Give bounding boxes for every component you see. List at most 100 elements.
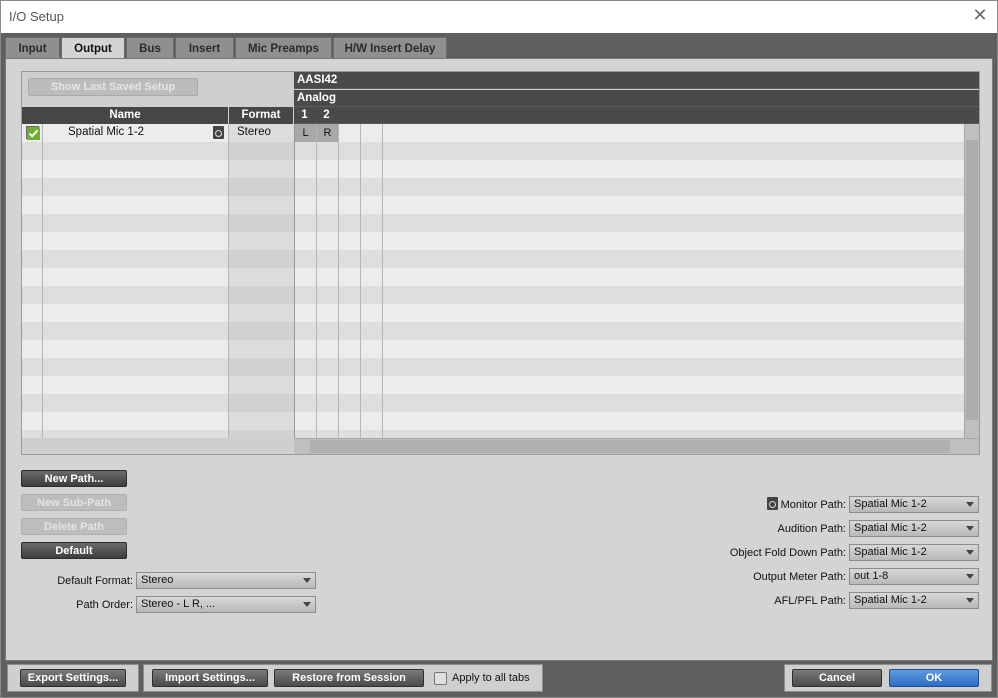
close-icon[interactable]: ✕: [971, 6, 989, 24]
table-row: [22, 178, 964, 196]
path-format: Stereo: [237, 126, 271, 138]
io-type-label: Analog: [297, 92, 336, 104]
restore-from-session-button[interactable]: Restore from Session: [274, 669, 424, 687]
afl-pfl-path-dropdown[interactable]: Spatial Mic 1-2: [849, 592, 979, 609]
tab-output[interactable]: Output: [61, 37, 125, 60]
table-row: [22, 394, 964, 412]
export-group: Export Settings...: [7, 664, 139, 692]
afl-pfl-path-value: Spatial Mic 1-2: [854, 594, 927, 606]
chevron-down-icon: [303, 602, 311, 607]
assignment-cell-right[interactable]: R: [317, 124, 338, 142]
format-column-header: Format: [229, 107, 293, 124]
io-setup-window: I/O Setup ✕ Input Output Bus Insert Mic …: [0, 0, 998, 698]
tab-input[interactable]: Input: [5, 37, 60, 59]
table-row: [22, 322, 964, 340]
channel-header: 1 2: [294, 107, 979, 124]
title-bar: I/O Setup ✕: [1, 1, 997, 33]
audition-path-value: Spatial Mic 1-2: [854, 522, 927, 534]
audition-path-label: Audition Path:: [777, 523, 847, 535]
name-column-header: Name: [22, 107, 228, 124]
output-meter-path-value: out 1-8: [854, 570, 889, 582]
dialog-actions-group: Cancel OK: [784, 664, 992, 692]
table-row: [22, 304, 964, 322]
check-icon: [27, 127, 40, 140]
cancel-button[interactable]: Cancel: [792, 669, 882, 687]
path-active-checkbox[interactable]: [26, 126, 40, 140]
new-path-button[interactable]: New Path...: [21, 470, 127, 487]
delete-path-button[interactable]: Delete Path: [21, 518, 127, 535]
column-divider: [294, 124, 295, 438]
afl-pfl-path-label: AFL/PFL Path:: [774, 595, 846, 607]
chevron-down-icon: [966, 526, 974, 531]
column-divider: [382, 124, 383, 438]
scrollbar-thumb[interactable]: [966, 140, 978, 420]
column-divider: [316, 124, 317, 438]
new-sub-path-button[interactable]: New Sub-Path: [21, 494, 127, 511]
tab-mic-preamps[interactable]: Mic Preamps: [235, 37, 332, 59]
device-name: AASI42: [297, 74, 338, 86]
horizontal-scrollbar[interactable]: [294, 438, 979, 454]
object-fold-down-label: Object Fold Down Path:: [729, 547, 846, 559]
window-title: I/O Setup: [9, 9, 64, 24]
chevron-down-icon: [966, 502, 974, 507]
monitor-path-value: Spatial Mic 1-2: [854, 498, 927, 510]
column-divider: [42, 124, 43, 438]
chevron-down-icon: [966, 574, 974, 579]
scrollbar-thumb[interactable]: [310, 440, 950, 453]
tab-bus[interactable]: Bus: [126, 37, 174, 59]
column-divider: [228, 124, 229, 438]
channel-number: 2: [323, 109, 330, 121]
table-row: [22, 196, 964, 214]
default-format-value: Stereo: [141, 574, 174, 586]
table-row: [22, 214, 964, 232]
table-row: [22, 430, 964, 438]
audition-path-dropdown[interactable]: Spatial Mic 1-2: [849, 520, 979, 537]
show-last-saved-setup-button[interactable]: Show Last Saved Setup: [28, 78, 198, 96]
table-row: [22, 412, 964, 430]
default-button[interactable]: Default: [21, 542, 127, 559]
table-row: [22, 286, 964, 304]
table-row: [22, 142, 964, 160]
path-order-value: Stereo - L R, ...: [141, 598, 216, 610]
output-meter-path-label: Output Meter Path:: [753, 571, 846, 583]
import-group: Import Settings... Restore from Session …: [143, 664, 543, 692]
chevron-down-icon: [966, 598, 974, 603]
chevron-down-icon: [966, 550, 974, 555]
monitor-path-label: Monitor Path:: [780, 499, 846, 511]
bottom-bar: Export Settings... Import Settings... Re…: [1, 661, 997, 697]
table-row: [22, 250, 964, 268]
format-column-shade: [228, 124, 294, 438]
path-order-label: Path Order:: [76, 599, 133, 611]
assignment-cell-left[interactable]: L: [295, 124, 316, 142]
ok-button[interactable]: OK: [889, 669, 979, 687]
default-format-dropdown[interactable]: Stereo: [136, 572, 316, 589]
table-row: [22, 232, 964, 250]
tab-insert[interactable]: Insert: [175, 37, 234, 59]
apply-to-all-tabs-checkbox[interactable]: [434, 672, 447, 685]
output-panel: Show Last Saved Setup Name Format AASI42…: [5, 58, 993, 661]
column-divider: [338, 124, 339, 438]
monitor-speaker-icon: [213, 126, 224, 139]
table-row: [22, 340, 964, 358]
channel-number: 1: [301, 109, 308, 121]
vertical-scrollbar[interactable]: [964, 124, 979, 438]
chevron-down-icon: [303, 578, 311, 583]
output-meter-path-dropdown[interactable]: out 1-8: [849, 568, 979, 585]
table-row: [22, 376, 964, 394]
device-header: AASI42: [294, 72, 979, 89]
table-row: [22, 268, 964, 286]
table-row: [22, 358, 964, 376]
tab-hw-insert-delay[interactable]: H/W Insert Delay: [333, 37, 447, 59]
default-format-label: Default Format:: [57, 575, 133, 587]
path-order-dropdown[interactable]: Stereo - L R, ...: [136, 596, 316, 613]
io-type-header: Analog: [294, 90, 979, 107]
io-grid: Show Last Saved Setup Name Format AASI42…: [21, 71, 980, 455]
monitor-path-dropdown[interactable]: Spatial Mic 1-2: [849, 496, 979, 513]
table-row: [22, 160, 964, 178]
path-row-spatial-mic[interactable]: Spatial Mic 1-2 Stereo: [22, 124, 294, 142]
path-rows: [22, 124, 964, 438]
object-fold-down-dropdown[interactable]: Spatial Mic 1-2: [849, 544, 979, 561]
path-name[interactable]: Spatial Mic 1-2: [68, 126, 144, 138]
export-settings-button[interactable]: Export Settings...: [20, 669, 126, 687]
import-settings-button[interactable]: Import Settings...: [152, 669, 268, 687]
